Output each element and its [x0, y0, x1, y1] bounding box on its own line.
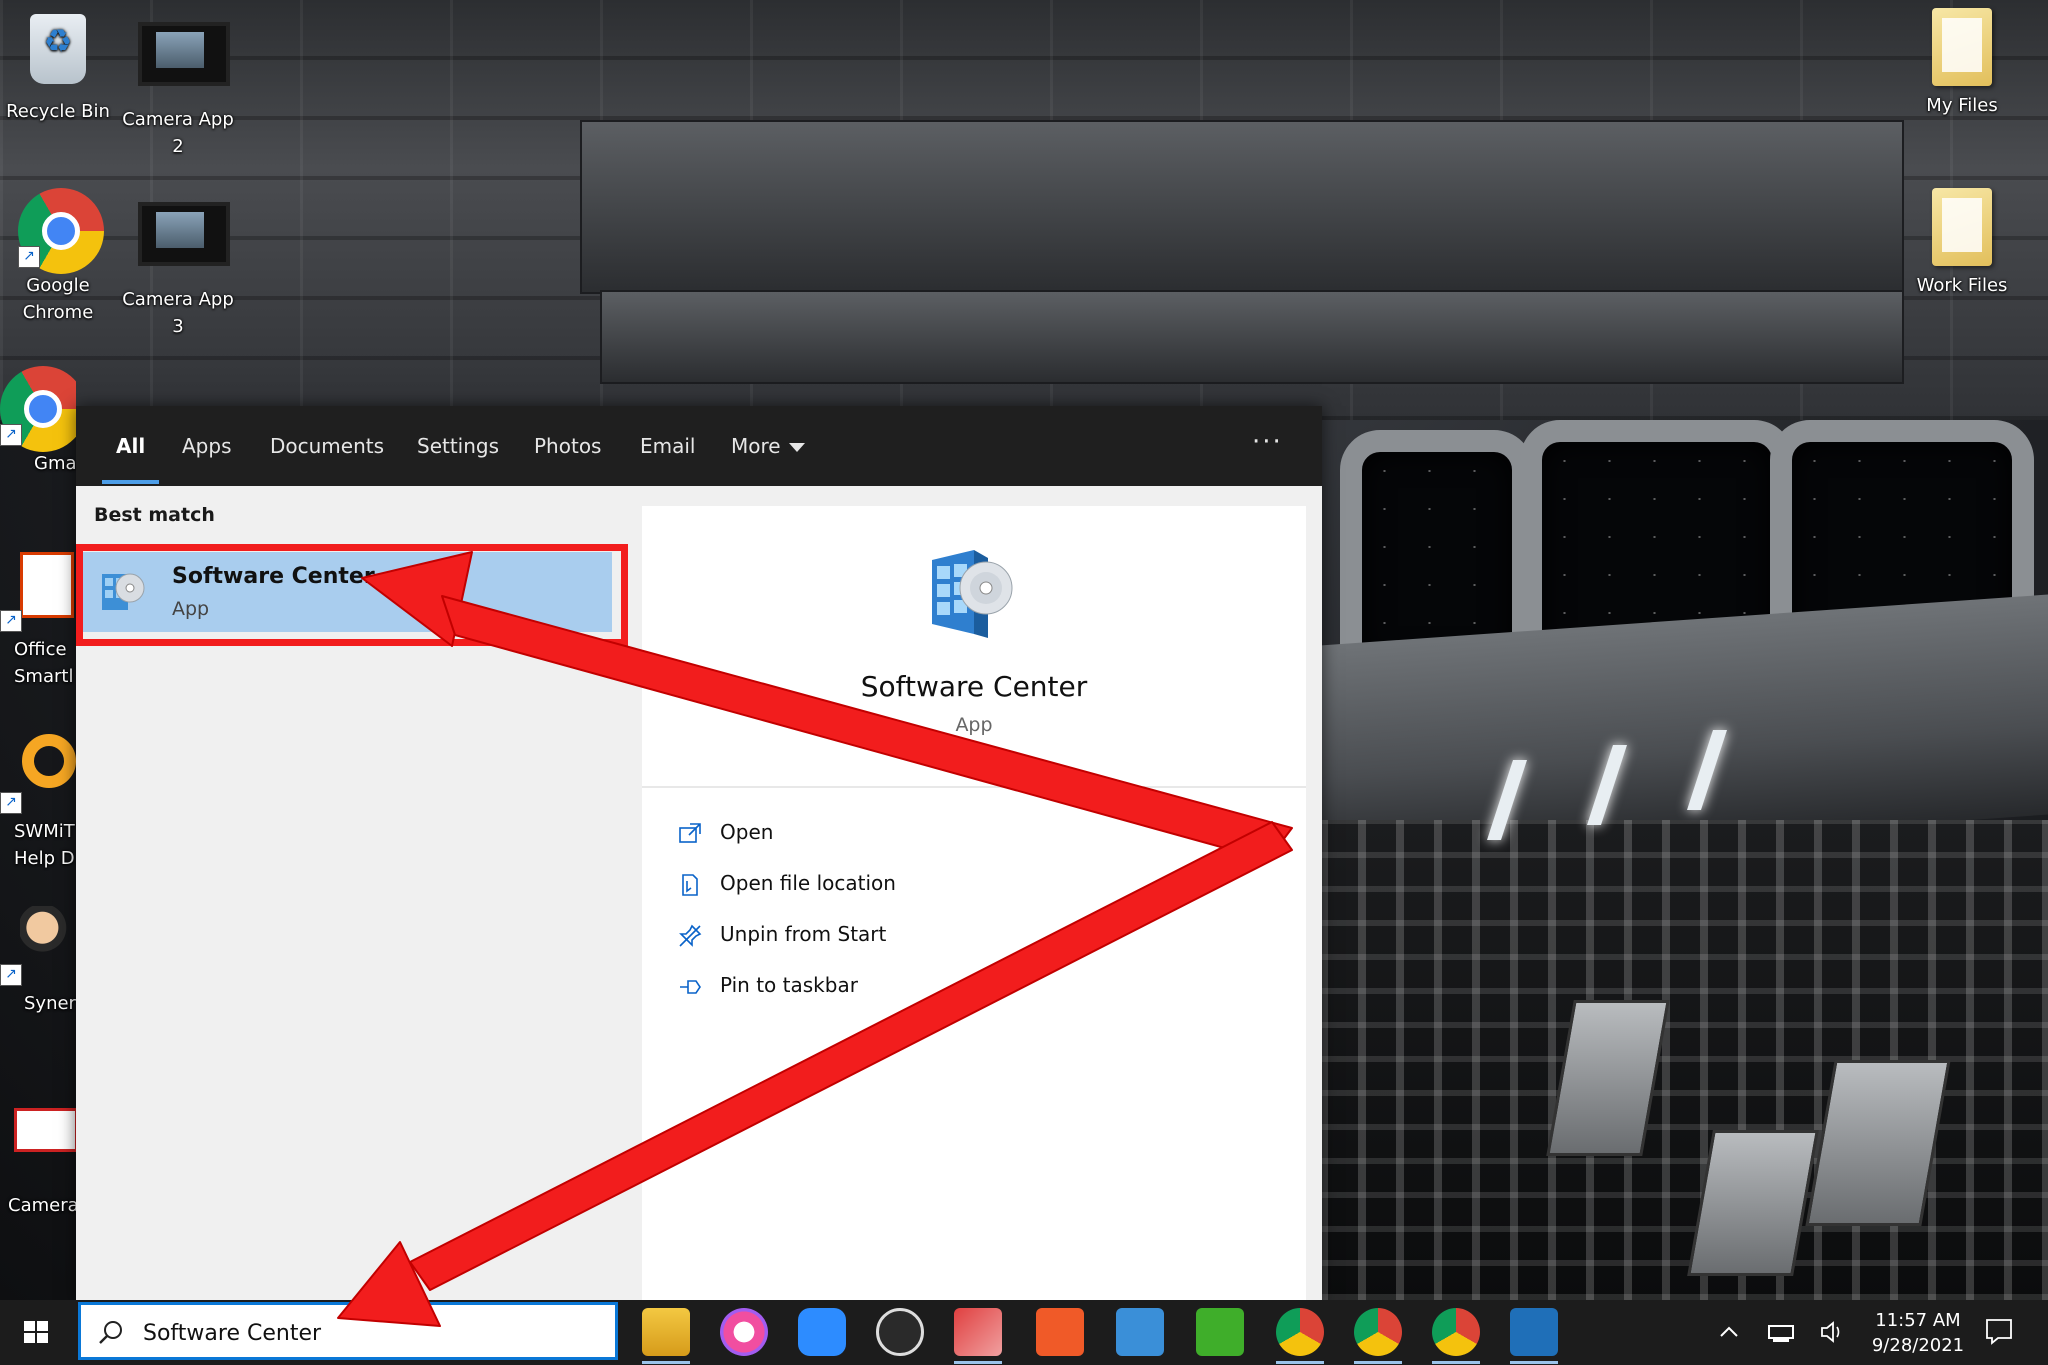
tab-settings[interactable]: Settings: [417, 406, 499, 486]
desktop-icon-camera-app-3[interactable]: Camera App 3: [120, 188, 236, 340]
lifebuoy-icon: [22, 734, 76, 788]
folder-icon: [1932, 188, 1992, 266]
maps-icon[interactable]: [1510, 1308, 1558, 1364]
preview-divider: [642, 786, 1306, 788]
chevron-down-icon: [788, 443, 805, 452]
tab-email[interactable]: Email: [640, 406, 696, 486]
preview-title: Software Center: [860, 670, 1088, 703]
desktop-icon-swmit-help[interactable]: ↗ SWMiT Help D: [0, 726, 76, 872]
search-panel: All Apps Documents Settings Photos Email…: [76, 406, 1322, 1302]
chevron-up-icon[interactable]: [1718, 1322, 1740, 1342]
desktop-icon-camera-1[interactable]: Camera 1: [0, 1086, 76, 1219]
annotation-highlight-box: [76, 544, 628, 646]
preview-type: App: [955, 714, 993, 736]
network-icon[interactable]: [1766, 1318, 1796, 1346]
taskbar: 11:57 AM 9/28/2021: [0, 1300, 2048, 1365]
desktop-icon-gmail[interactable]: ↗ Gma: [0, 366, 76, 477]
tab-documents[interactable]: Documents: [270, 406, 384, 486]
tab-apps[interactable]: Apps: [182, 406, 232, 486]
pin-to-taskbar-label: Pin to taskbar: [720, 973, 858, 997]
desktop-icon-recycle-bin[interactable]: Recycle Bin: [0, 8, 116, 125]
tab-all[interactable]: All: [101, 406, 160, 486]
shortcut-arrow-icon: ↗: [0, 610, 22, 632]
open-action[interactable]: Open: [678, 812, 773, 852]
unpin-from-start-label: Unpin from Start: [720, 922, 887, 946]
unpin-from-start-action[interactable]: Unpin from Start: [678, 914, 886, 954]
pin-to-taskbar-action[interactable]: Pin to taskbar: [678, 965, 858, 1005]
synergy-icon: [20, 906, 76, 968]
snagit-icon[interactable]: [1036, 1308, 1084, 1356]
software-center-icon: [932, 550, 1013, 638]
unpin-icon: [679, 924, 702, 947]
chrome-icon[interactable]: [1276, 1308, 1324, 1364]
desktop-icon-synergy[interactable]: ↗ Syner: [0, 904, 76, 1017]
shortcut-arrow-icon: ↗: [0, 964, 22, 986]
recycle-bin-icon: [30, 14, 86, 84]
desktop-icon-my-files[interactable]: My Files: [1904, 8, 2020, 119]
desktop-icon-camera-app-2[interactable]: Camera App 2: [120, 8, 236, 160]
search-input[interactable]: [141, 1313, 605, 1353]
camtasia-icon[interactable]: [1196, 1308, 1244, 1356]
open-file-location-label: Open file location: [720, 871, 896, 895]
open-icon: [679, 822, 701, 843]
itunes-icon[interactable]: [720, 1308, 768, 1356]
software-center-icon: [102, 573, 145, 610]
search-filter-bar: All Apps Documents Settings Photos Email…: [76, 406, 1322, 486]
open-action-label: Open: [720, 820, 774, 844]
camera-app-icon: [138, 22, 230, 86]
best-match-type: App: [172, 598, 210, 620]
taskbar-search-box[interactable]: [78, 1302, 618, 1360]
best-match-heading: Best match: [94, 504, 215, 526]
volume-icon[interactable]: [1818, 1318, 1846, 1346]
taskbar-clock[interactable]: 11:57 AM 9/28/2021: [1858, 1308, 1978, 1358]
best-match-title: Software Center: [172, 564, 375, 589]
results-pane: Best match Software Center App: [76, 486, 628, 1302]
search-options-button[interactable]: ···: [1252, 406, 1283, 486]
open-file-location-action[interactable]: Open file location: [678, 863, 896, 903]
tab-more[interactable]: More: [731, 406, 805, 486]
tab-photos[interactable]: Photos: [534, 406, 601, 486]
obs-icon[interactable]: [876, 1308, 924, 1356]
search-icon: [99, 1321, 122, 1344]
snagit-editor-icon[interactable]: [1116, 1308, 1164, 1356]
snipping-tool-icon[interactable]: [954, 1308, 1002, 1364]
desktop-icon-office[interactable]: ↗ Office Smartl: [0, 548, 76, 690]
office-icon: [20, 552, 74, 618]
notification-center-icon[interactable]: [1984, 1316, 2014, 1346]
chrome-profile-icon[interactable]: [1354, 1308, 1402, 1364]
shortcut-arrow-icon: ↗: [18, 246, 40, 268]
folder-icon: [1932, 8, 1992, 86]
zoom-icon[interactable]: [798, 1308, 846, 1356]
desktop-icon-work-files[interactable]: Work Files: [1904, 188, 2020, 299]
tab-more-label: More: [731, 434, 781, 458]
shortcut-arrow-icon: ↗: [0, 424, 22, 446]
start-button[interactable]: [16, 1312, 56, 1352]
wallpaper-beam: [580, 120, 1904, 294]
chrome-profile-icon[interactable]: [1432, 1308, 1480, 1364]
clock-date: 9/28/2021: [1871, 1335, 1965, 1356]
clock-time: 11:57 AM: [1875, 1310, 1961, 1331]
file-explorer-icon[interactable]: [642, 1308, 690, 1364]
wallpaper-beam: [600, 290, 1904, 384]
best-match-result[interactable]: Software Center App: [76, 544, 628, 646]
preview-pane: Software Center App Open Open file locat…: [642, 506, 1306, 1302]
camera-app-icon: [138, 202, 230, 266]
shortcut-arrow-icon: ↗: [0, 792, 22, 814]
camera-app-icon: [14, 1108, 76, 1152]
pin-icon: [680, 979, 701, 994]
file-location-icon: [682, 873, 698, 896]
desktop-icon-google-chrome[interactable]: ↗ Google Chrome: [0, 188, 116, 326]
